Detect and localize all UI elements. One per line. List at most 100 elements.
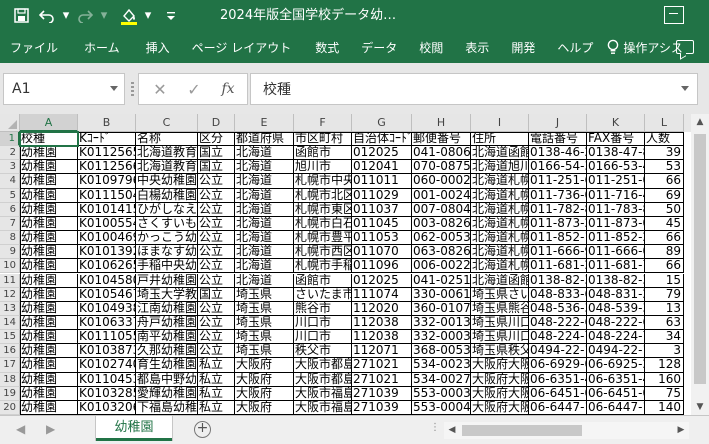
row-header[interactable]: 7 [0, 216, 20, 232]
cancel-icon[interactable]: ✕ [143, 80, 177, 99]
table-cell[interactable]: 北海道札幌 [471, 202, 529, 217]
header-cell[interactable]: 都道府県 [235, 132, 294, 147]
table-cell[interactable]: 北海道 [235, 202, 294, 217]
table-cell[interactable]: 北海道教育 [136, 160, 198, 175]
table-cell[interactable]: 札幌市北区 [294, 188, 352, 203]
table-cell[interactable]: 553-0003 [412, 386, 471, 401]
table-cell[interactable]: 埼玉県熊谷 [471, 301, 529, 316]
table-cell[interactable]: 江南幼稚園 [136, 301, 198, 316]
table-cell[interactable]: 011-852-2 [587, 231, 645, 246]
table-cell[interactable]: 埼玉県 [235, 301, 294, 316]
table-cell[interactable]: 北海道札幌 [471, 231, 529, 246]
table-cell[interactable]: 国立 [198, 146, 235, 161]
table-cell[interactable]: 北海道札幌 [471, 245, 529, 260]
header-cell[interactable]: 電話番号 [529, 132, 587, 147]
vertical-scrollbar[interactable]: ▲ ▼ [691, 114, 709, 415]
table-cell[interactable]: 埼玉県 [235, 287, 294, 302]
table-cell[interactable]: 北海道 [235, 273, 294, 288]
scroll-up-icon[interactable]: ▲ [691, 114, 709, 130]
table-cell[interactable]: 中央幼稚園 [136, 174, 198, 189]
column-header-a[interactable]: A [20, 114, 78, 132]
table-cell[interactable]: 534-0023 [412, 358, 471, 373]
table-cell[interactable]: 幼稚園 [20, 188, 78, 203]
table-cell[interactable]: 大阪市福島 [294, 386, 352, 401]
table-cell[interactable]: 大阪府大阪 [471, 400, 529, 415]
table-cell[interactable]: 幼稚園 [20, 146, 78, 161]
table-cell[interactable]: 公立 [198, 216, 235, 232]
table-cell[interactable]: 北海道 [235, 231, 294, 246]
table-cell[interactable]: K01032851 [78, 386, 136, 401]
table-cell[interactable]: 手稲中央幼 [136, 259, 198, 274]
undo-dropdown-icon[interactable]: ▾ [60, 0, 72, 31]
table-cell[interactable]: 公立 [198, 231, 235, 246]
row-header[interactable]: 1 [0, 132, 20, 147]
table-cell[interactable]: さくすいもと [136, 216, 198, 232]
column-header-d[interactable]: D [198, 114, 235, 132]
header-cell[interactable]: 名称 [136, 132, 198, 147]
table-cell[interactable]: 041-0251 [412, 273, 471, 288]
row-header[interactable]: 8 [0, 231, 20, 246]
table-cell[interactable]: 50 [645, 202, 684, 217]
table-cell[interactable]: 川口市 [294, 315, 352, 331]
table-cell[interactable]: 北海道 [235, 216, 294, 232]
chevron-down-icon[interactable] [110, 86, 118, 91]
row-header[interactable]: 4 [0, 174, 20, 189]
table-cell[interactable]: 幼稚園 [20, 259, 78, 274]
table-cell[interactable]: 舟戸幼稚園 [136, 315, 198, 331]
table-cell[interactable]: 0138-82-3 [587, 273, 645, 288]
table-cell[interactable]: 271021 [352, 358, 412, 373]
table-cell[interactable]: 63 [645, 315, 684, 331]
table-cell[interactable]: 69 [645, 188, 684, 203]
table-cell[interactable]: 070-0875 [412, 160, 471, 175]
table-cell[interactable]: 111074 [352, 287, 412, 302]
table-cell[interactable]: 都島中野幼 [136, 372, 198, 387]
table-cell[interactable]: 公立 [198, 273, 235, 288]
header-cell[interactable]: 校種 [19, 130, 79, 148]
table-cell[interactable]: 大阪府 [235, 358, 294, 373]
redo-icon[interactable] [72, 0, 98, 31]
table-cell[interactable]: K01045804 [78, 273, 136, 288]
table-cell[interactable]: 北海道教育 [136, 146, 198, 161]
row-header[interactable]: 18 [0, 372, 20, 387]
table-cell[interactable]: 011029 [352, 188, 412, 203]
table-cell[interactable]: 0138-82-3 [529, 273, 587, 288]
horizontal-scroll-thumb[interactable] [462, 425, 582, 436]
table-cell[interactable]: 011-782-8 [529, 202, 587, 217]
table-cell[interactable]: 011096 [352, 259, 412, 274]
table-cell[interactable]: 06-6451-0 [587, 386, 645, 401]
table-cell[interactable]: 埼玉大学教 [136, 287, 198, 302]
table-cell[interactable]: 011037 [352, 202, 412, 217]
table-cell[interactable]: 札幌市白石 [294, 216, 352, 232]
table-cell[interactable]: 012025 [352, 146, 412, 161]
table-cell[interactable]: 育生幼稚園 [136, 358, 198, 373]
table-cell[interactable]: 332-0003 [412, 330, 471, 345]
tab-data[interactable]: データ [361, 31, 397, 63]
table-cell[interactable]: 011-783-8 [587, 202, 645, 217]
row-header[interactable]: 16 [0, 344, 20, 359]
column-header-e[interactable]: E [235, 114, 294, 132]
prev-sheet-icon[interactable]: ◀ [16, 422, 25, 436]
tab-home[interactable]: ホーム [84, 31, 120, 63]
select-all-button[interactable] [0, 114, 20, 132]
table-cell[interactable]: 06-6925-2 [587, 358, 645, 373]
table-cell[interactable]: 北海道 [235, 146, 294, 161]
table-cell[interactable]: 048-833-6 [529, 287, 587, 302]
horizontal-scrollbar[interactable]: ◀ ▶ [444, 422, 689, 439]
row-header[interactable]: 13 [0, 301, 20, 316]
table-cell[interactable]: K01014158 [78, 202, 136, 217]
table-cell[interactable]: 041-0806 [412, 146, 471, 161]
row-header[interactable]: 6 [0, 202, 20, 217]
table-cell[interactable]: 0166-53-4 [587, 160, 645, 175]
table-cell[interactable]: 大阪府 [235, 400, 294, 415]
undo-icon[interactable] [34, 0, 60, 31]
table-cell[interactable]: 北海道 [235, 245, 294, 260]
table-cell[interactable]: 06-6447-1 [587, 400, 645, 415]
table-cell[interactable]: 060-0002 [412, 174, 471, 189]
table-cell[interactable]: 011-681-7 [587, 259, 645, 274]
table-cell[interactable]: 112071 [352, 344, 412, 359]
table-cell[interactable]: 埼玉県秩父 [471, 344, 529, 359]
table-cell[interactable]: 011-251-6 [529, 174, 587, 189]
table-cell[interactable]: 553-0004 [412, 400, 471, 415]
table-cell[interactable]: 048-536-3 [529, 301, 587, 316]
table-cell[interactable]: 旭川市 [294, 160, 352, 175]
